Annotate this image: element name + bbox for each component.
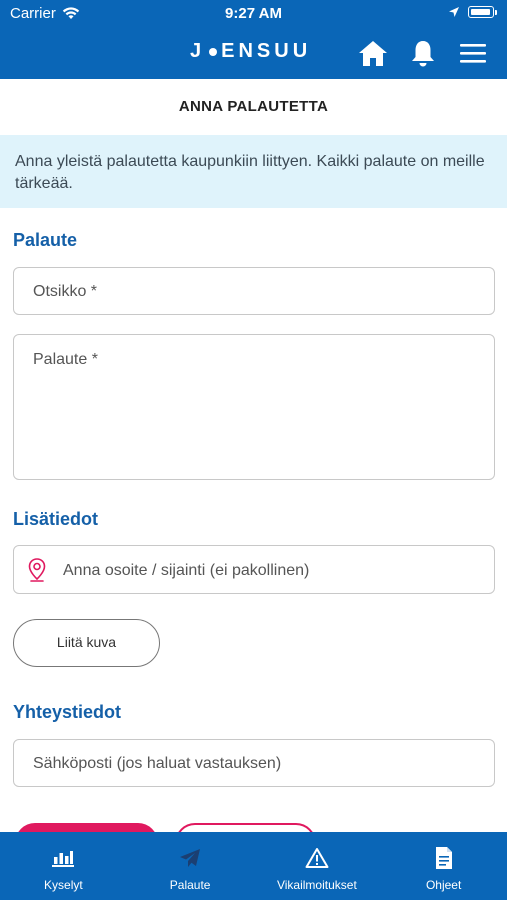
tab-kyselyt[interactable]: Kyselyt bbox=[0, 832, 127, 900]
tab-label: Palaute bbox=[169, 878, 211, 892]
section-title-details: Lisätiedot bbox=[13, 509, 99, 529]
feedback-textarea[interactable]: Palaute * bbox=[13, 334, 495, 480]
tab-vikailmoitukset[interactable]: Vikailmoitukset bbox=[254, 832, 381, 900]
page-title: ANNA PALAUTETTA bbox=[178, 98, 329, 115]
attach-image-button[interactable]: Liitä kuva bbox=[13, 619, 160, 667]
battery-icon bbox=[468, 6, 494, 18]
info-banner: Anna yleistä palautetta kaupunkiin liitt… bbox=[0, 135, 507, 208]
section-title-feedback: Palaute bbox=[13, 230, 78, 250]
email-input[interactable]: Sähköposti (jos haluat vastauksen) bbox=[13, 739, 495, 787]
home-button[interactable] bbox=[358, 38, 388, 68]
top-bar: Carrier 9:27 AM J ENSUU bbox=[0, 0, 507, 79]
hamburger-menu-icon bbox=[460, 44, 486, 63]
location-arrow-icon bbox=[449, 7, 459, 17]
bottom-tab-bar: Kyselyt Palaute Vikailmoitukset Ohjeet bbox=[0, 832, 507, 900]
logo-dot bbox=[209, 47, 218, 56]
paper-plane-icon bbox=[180, 849, 201, 867]
status-time: 9:27 AM bbox=[225, 5, 282, 22]
logo-text-left: J bbox=[190, 40, 206, 62]
address-input[interactable]: Anna osoite / sijainti (ei pakollinen) bbox=[13, 545, 495, 594]
bell-icon bbox=[412, 41, 434, 67]
document-icon bbox=[435, 847, 452, 869]
address-placeholder: Anna osoite / sijainti (ei pakollinen) bbox=[63, 562, 310, 579]
location-pin-icon bbox=[28, 558, 46, 582]
tab-palaute[interactable]: Palaute bbox=[127, 832, 254, 900]
status-bar: Carrier 9:27 AM bbox=[0, 0, 507, 28]
tab-label: Vikailmoitukset bbox=[276, 878, 357, 892]
joensuu-logo: J ENSUU bbox=[190, 40, 311, 63]
email-placeholder: Sähköposti (jos haluat vastauksen) bbox=[33, 755, 282, 772]
battery-tip bbox=[495, 9, 497, 15]
tab-label: Kyselyt bbox=[44, 878, 83, 892]
subject-input[interactable]: Otsikko * bbox=[13, 267, 495, 315]
menu-button[interactable] bbox=[458, 38, 488, 68]
bar-chart-icon bbox=[52, 851, 75, 867]
section-title-contact: Yhteystiedot bbox=[13, 702, 122, 722]
feedback-placeholder: Palaute * bbox=[33, 351, 98, 368]
warning-icon bbox=[305, 848, 329, 868]
status-right bbox=[448, 6, 497, 18]
logo-text-right: ENSUU bbox=[221, 40, 312, 62]
notifications-button[interactable] bbox=[408, 38, 438, 68]
tab-label: Ohjeet bbox=[425, 878, 462, 892]
subject-placeholder: Otsikko * bbox=[33, 283, 98, 300]
home-icon bbox=[359, 41, 387, 66]
tab-ohjeet[interactable]: Ohjeet bbox=[380, 832, 507, 900]
